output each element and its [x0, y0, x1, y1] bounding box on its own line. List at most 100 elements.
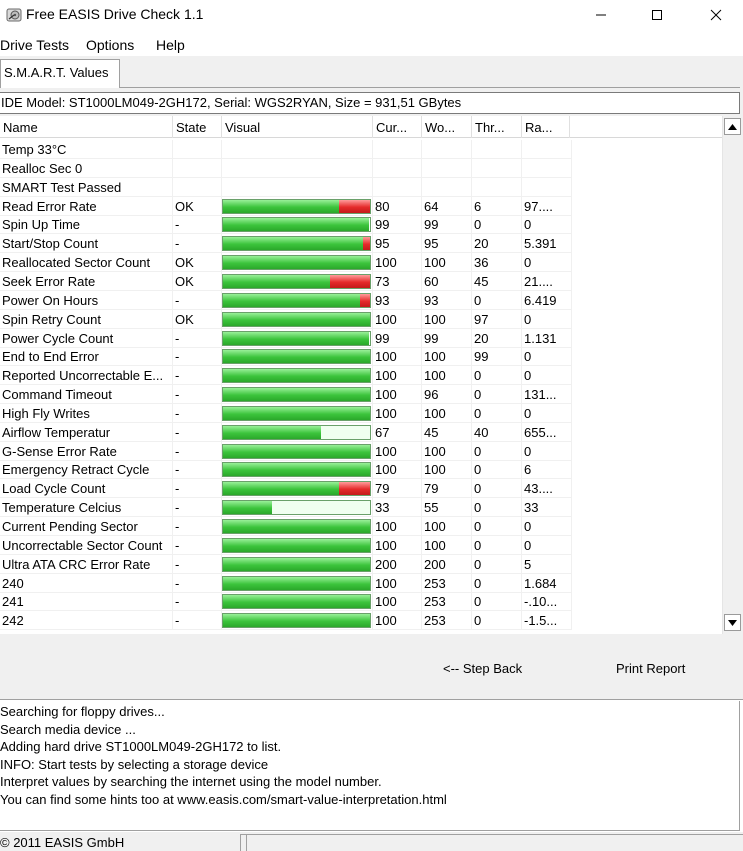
- table-row[interactable]: G-Sense Error Rate -100 100 0 0: [0, 441, 572, 461]
- table-row[interactable]: End to End Error -100 100 99 0: [0, 347, 572, 367]
- table-row[interactable]: Reported Uncorrectable E... -100 100 0 0: [0, 366, 572, 386]
- maximize-button[interactable]: [634, 0, 680, 30]
- table-row[interactable]: Realloc Sec 0: [0, 158, 572, 178]
- health-bar: [222, 613, 371, 629]
- cell-state: -: [173, 535, 222, 555]
- table-row[interactable]: Seek Error Rate OK 73 60 45 21....: [0, 271, 572, 291]
- table-row[interactable]: Emergency Retract Cycle -100 100 0 6: [0, 460, 572, 480]
- cell-threshold: 20: [472, 328, 522, 348]
- cell-name: Power On Hours: [0, 290, 173, 310]
- menu-options[interactable]: Options: [86, 37, 134, 53]
- health-bar-remainder: [362, 237, 370, 251]
- column-header-threshold[interactable]: Thr...: [472, 116, 522, 138]
- cell-raw: 21....: [522, 271, 572, 291]
- table-row[interactable]: Spin Up Time -99 99 0 0: [0, 215, 572, 235]
- column-header-visual[interactable]: Visual: [222, 116, 373, 138]
- cell-raw: 0: [522, 535, 572, 555]
- cell-name: Command Timeout: [0, 385, 173, 405]
- column-header-current[interactable]: Cur...: [373, 116, 422, 138]
- cell-raw: 131...: [522, 385, 572, 405]
- cell-threshold: 0: [472, 366, 522, 386]
- cell-raw: 0: [522, 253, 572, 273]
- table-row[interactable]: Power On Hours -93 93 0 6.419: [0, 290, 572, 310]
- cell-threshold: 40: [472, 422, 522, 442]
- cell-state: -: [173, 592, 222, 612]
- menu-help[interactable]: Help: [156, 37, 185, 53]
- table-row[interactable]: Read Error Rate OK 80 64 6 97....: [0, 196, 572, 216]
- table-row[interactable]: Current Pending Sector -100 100 0 0: [0, 517, 572, 536]
- step-back-link[interactable]: <-- Step Back: [443, 661, 522, 676]
- cell-threshold: 20: [472, 234, 522, 254]
- cell-name: Start/Stop Count: [0, 234, 173, 254]
- cell-raw: [522, 177, 572, 197]
- table-row[interactable]: 242- 100 253 0 -1.5...: [0, 611, 572, 631]
- health-bar: [222, 292, 371, 308]
- cell-threshold: 0: [472, 460, 522, 480]
- cell-current: 100: [373, 573, 422, 593]
- health-bar: [222, 500, 371, 516]
- triangle-up-icon: [728, 123, 737, 130]
- table-row[interactable]: SMART Test Passed: [0, 177, 572, 197]
- cell-raw: 6.419: [522, 290, 572, 310]
- health-bar-fill: [223, 199, 340, 213]
- scroll-up-button[interactable]: [724, 118, 741, 135]
- table-row[interactable]: Reallocated Sector Count OK 100 100 36 0: [0, 253, 572, 273]
- cell-worst: 64: [422, 196, 472, 216]
- cell-current: 100: [373, 309, 422, 329]
- table-row[interactable]: Temperature Celcius -33 55 0 33: [0, 498, 572, 518]
- cell-threshold: 0: [472, 517, 522, 536]
- table-row[interactable]: Power Cycle Count -99 99 20 1.131: [0, 328, 572, 348]
- cell-name: Load Cycle Count: [0, 479, 173, 499]
- column-header-raw[interactable]: Ra...: [522, 116, 570, 138]
- cell-threshold: 0: [472, 592, 522, 612]
- table-row[interactable]: 240- 100 253 0 1.684: [0, 573, 572, 593]
- log-line: INFO: Start tests by selecting a storage…: [0, 757, 269, 772]
- status-panel: [246, 834, 743, 851]
- table-row[interactable]: Spin Retry Count OK 100 100 97 0: [0, 309, 572, 329]
- table-row[interactable]: Temp 33°C: [0, 140, 572, 159]
- smart-values-grid[interactable]: Name State Visual Cur... Wo... Thr... Ra…: [0, 116, 722, 634]
- table-row[interactable]: Ultra ATA CRC Error Rate -200 200 0 5: [0, 554, 572, 574]
- cell-worst: 200: [422, 554, 472, 574]
- cell-current: 100: [373, 535, 422, 555]
- cell-name: Reallocated Sector Count: [0, 253, 173, 273]
- column-header-name[interactable]: Name: [0, 116, 173, 138]
- cell-worst: 253: [422, 611, 472, 631]
- cell-raw: 33: [522, 498, 572, 518]
- print-report-link[interactable]: Print Report: [616, 661, 685, 676]
- health-bar-remainder: [339, 199, 370, 213]
- table-row[interactable]: Load Cycle Count -79 79 0 43....: [0, 479, 572, 499]
- health-bar: [222, 462, 371, 478]
- close-icon: [710, 9, 722, 21]
- cell-threshold: [472, 158, 522, 178]
- cell-threshold: 0: [472, 215, 522, 235]
- log-line: Searching for floppy drives...: [0, 704, 165, 719]
- table-row[interactable]: 241- 100 253 0 -.10...: [0, 592, 572, 612]
- column-header-worst[interactable]: Wo...: [422, 116, 472, 138]
- splitter[interactable]: [0, 690, 743, 700]
- table-row[interactable]: Command Timeout - 100 96 0 131...: [0, 385, 572, 405]
- cell-name: High Fly Writes: [0, 403, 173, 423]
- grid-scrollbar[interactable]: [722, 116, 741, 634]
- tab-smart-values[interactable]: S.M.A.R.T. Values: [0, 59, 120, 88]
- close-button[interactable]: [693, 0, 739, 30]
- table-row[interactable]: Uncorrectable Sector Count -100 100 0 0: [0, 535, 572, 555]
- cell-state: [173, 158, 222, 178]
- health-bar-fill: [223, 595, 370, 609]
- table-row[interactable]: High Fly Writes -100 100 0 0: [0, 403, 572, 423]
- table-row[interactable]: Airflow Temperatur - 67 45 40 655...: [0, 422, 572, 442]
- minimize-button[interactable]: [578, 0, 624, 30]
- health-bar-fill: [223, 444, 370, 458]
- table-row[interactable]: Start/Stop Count -95 95 20 5.391: [0, 234, 572, 254]
- cell-threshold: 0: [472, 573, 522, 593]
- column-header-state[interactable]: State: [173, 116, 222, 138]
- menu-drive-tests[interactable]: Drive Tests: [0, 37, 69, 53]
- cell-raw: 0: [522, 347, 572, 367]
- cell-state: -: [173, 347, 222, 367]
- cell-current: [373, 140, 422, 159]
- scroll-down-button[interactable]: [724, 614, 741, 631]
- health-bar: [222, 255, 371, 271]
- health-bar-fill: [223, 237, 363, 251]
- cell-state: -: [173, 328, 222, 348]
- minimize-icon: [596, 14, 606, 16]
